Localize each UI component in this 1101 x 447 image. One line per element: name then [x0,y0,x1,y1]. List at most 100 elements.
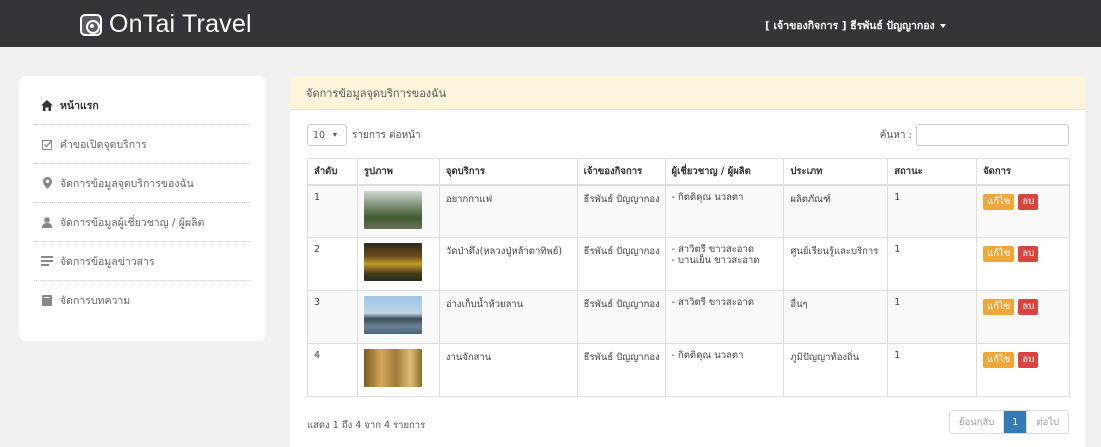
camera-logo-icon [80,13,102,36]
table-row: 3 อ่างเก็บน้ำห้วยลาน ธีรพันธ์ ปัญญากอง -… [307,290,1070,344]
brand-title: OnTai Travel [109,10,252,38]
news-icon [41,255,53,267]
cell-status: 1 [887,343,978,397]
cell-experts: - กิตติคุณ นวลตา [664,343,785,397]
sidebar-item-label: หน้าแรก [60,99,99,112]
header-owner[interactable]: เจ้าของกิจการ [576,158,666,186]
expert-name: - สาวิตรี ขาวสะอาด [671,297,755,308]
delete-button[interactable]: ลบ [1018,246,1039,262]
sidebar-item-experts[interactable]: จัดการข้อมูลผู้เชี่ยวชาญ / ผู้ผลิต [34,203,251,242]
cell-experts: - สาวิตรี ขาวสะอาด - บานเย็น ขาวสะอาด [664,237,785,291]
cell-type: อื่นๆ [783,290,889,344]
pagination: ย้อนกลับ 1 ต่อไป [948,410,1069,434]
table-row: 2 วัดป่าดึง(หลวงปู่หล้าตาทิพย์) ธีรพันธ์… [307,237,1070,291]
cell-image [356,237,440,291]
delete-button[interactable]: ลบ [1018,352,1039,368]
cell-actions: แก้ไข ลบ [976,237,1070,291]
sidebar: หน้าแรก คำขอเปิดจุดบริการ จัดการข้อมูลจุ… [19,76,266,341]
panel-title: จัดการข้อมูลจุดบริการของฉัน [290,76,1085,110]
header-service-point[interactable]: จุดบริการ [438,158,578,186]
edit-button[interactable]: แก้ไข [983,299,1015,315]
page-size-select[interactable]: 10 [307,124,347,146]
sidebar-item-service-request[interactable]: คำขอเปิดจุดบริการ [34,125,251,164]
page-size-control: 10 รายการ ต่อหน้า [307,124,421,146]
cell-actions: แก้ไข ลบ [976,290,1070,344]
expert-name: - กิตติคุณ นวลตา [671,350,744,361]
table-header-row: ลำดับ รูปภาพ จุดบริการ เจ้าของกิจการ ผู้… [307,158,1070,186]
cell-service-point: อยากกาแฟ [438,184,578,238]
cell-owner: ธีรพันธ์ ปัญญากอง [576,290,666,344]
cell-service-point: วัดป่าดึง(หลวงปู่หล้าตาทิพย์) [438,237,578,291]
thumbnail-image [363,296,422,334]
cell-service-point: งานจักสาน [438,343,578,397]
cell-no: 1 [307,184,358,238]
user-icon [41,216,53,228]
sidebar-item-label: คำขอเปิดจุดบริการ [60,138,147,151]
page-size-label: รายการ ต่อหน้า [352,129,421,141]
chevron-down-icon [333,133,338,137]
header-actions[interactable]: จัดการ [976,158,1070,186]
caret-down-icon [939,23,946,28]
check-square-icon [41,138,53,150]
brand[interactable]: OnTai Travel [80,10,252,39]
cell-type: ผลิตภัณฑ์ [783,184,889,238]
edit-button[interactable]: แก้ไข [983,193,1015,210]
search-input[interactable] [916,124,1069,146]
cell-owner: ธีรพันธ์ ปัญญากอง [576,343,666,397]
cell-no: 4 [307,343,358,397]
header-no[interactable]: ลำดับ [307,158,358,186]
user-menu-label: [ เจ้าของกิจการ ] ธีรพันธ์ ปัญญากอง [765,20,935,32]
pagination-next[interactable]: ต่อไป [1026,411,1068,433]
header-experts[interactable]: ผู้เชี่ยวชาญ / ผู้ผลิต [664,158,785,186]
home-icon [41,99,53,111]
expert-name: - กิตติคุณ นวลตา [671,191,744,203]
cell-no: 3 [307,290,358,344]
book-icon [41,295,53,307]
cell-experts: - กิตติคุณ นวลตา [664,184,785,238]
header-type[interactable]: ประเภท [783,158,889,186]
service-points-table: ลำดับ รูปภาพ จุดบริการ เจ้าของกิจการ ผู้… [307,158,1070,397]
cell-status: 1 [887,290,978,344]
table-row: 4 งานจักสาน ธีรพันธ์ ปัญญากอง - กิตติคุณ… [307,343,1070,397]
header-status[interactable]: สถานะ [887,158,978,186]
top-navbar: OnTai Travel [ เจ้าของกิจการ ] ธีรพันธ์ … [0,0,1101,47]
expert-name: - บานเย็น ขาวสะอาด [671,255,760,266]
header-image[interactable]: รูปภาพ [356,158,440,186]
map-marker-icon [41,177,53,189]
cell-no: 2 [307,237,358,291]
sidebar-item-news[interactable]: จัดการข้อมูลข่าวสาร [34,242,251,281]
delete-button[interactable]: ลบ [1018,299,1039,315]
cell-type: ภูมิปัญญาท้องถิ่น [783,343,889,397]
cell-image [356,343,440,397]
user-menu[interactable]: [ เจ้าของกิจการ ] ธีรพันธ์ ปัญญากอง [765,17,946,34]
search-label: ค้นหา : [879,129,912,141]
cell-owner: ธีรพันธ์ ปัญญากอง [576,237,666,291]
thumbnail-image [363,349,422,387]
thumbnail-image [363,243,422,281]
expert-name: - สาวิตรี ขาวสะอาด [671,244,755,255]
edit-button[interactable]: แก้ไข [983,246,1015,262]
sidebar-item-articles[interactable]: จัดการบทความ [34,281,251,320]
sidebar-item-label: จัดการข้อมูลข่าวสาร [60,255,155,268]
pagination-prev[interactable]: ย้อนกลับ [950,411,1005,433]
page-size-value: 10 [313,129,326,141]
cell-status: 1 [887,237,978,291]
cell-type: ศูนย์เรียนรู้และบริการ [783,237,889,291]
edit-button[interactable]: แก้ไข [983,352,1015,368]
sidebar-item-home[interactable]: หน้าแรก [34,76,251,125]
cell-image [356,290,440,344]
sidebar-item-label: จัดการข้อมูลจุดบริการของฉัน [60,177,194,190]
cell-service-point: อ่างเก็บน้ำห้วยลาน [438,290,578,344]
search-control: ค้นหา : [880,124,1069,146]
cell-owner: ธีรพันธ์ ปัญญากอง [576,184,666,238]
sidebar-item-label: จัดการบทความ [60,295,131,307]
delete-button[interactable]: ลบ [1018,193,1039,210]
sidebar-item-my-service-points[interactable]: จัดการข้อมูลจุดบริการของฉัน [34,164,251,203]
table-info: แสดง 1 ถึง 4 จาก 4 รายการ [307,420,426,431]
sidebar-item-label: จัดการข้อมูลผู้เชี่ยวชาญ / ผู้ผลิต [60,216,205,229]
cell-image [356,184,440,238]
cell-actions: แก้ไข ลบ [976,184,1070,238]
thumbnail-image [363,190,422,229]
table-row: 1 อยากกาแฟ ธีรพันธ์ ปัญญากอง - กิตติคุณ … [307,184,1070,238]
pagination-page-1[interactable]: 1 [1004,411,1027,433]
